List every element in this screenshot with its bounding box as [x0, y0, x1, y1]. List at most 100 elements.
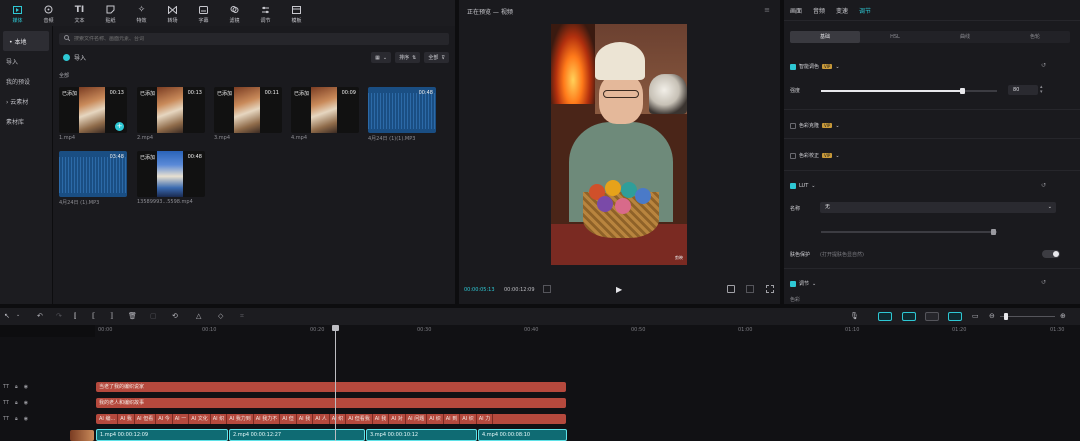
- ratio-icon[interactable]: [746, 285, 754, 293]
- search-input[interactable]: [74, 36, 374, 42]
- strength-value-input[interactable]: 80: [1008, 85, 1038, 95]
- zoom-in-icon[interactable]: ⊕: [1060, 312, 1066, 320]
- video-clip[interactable]: 2.mp4 00:00:12:27: [229, 429, 365, 441]
- fit-screen-icon[interactable]: [727, 285, 735, 293]
- lut-select[interactable]: 无 ⌄: [820, 202, 1056, 213]
- play-button[interactable]: ▶: [616, 285, 622, 294]
- reverse-icon[interactable]: ⟲: [172, 312, 178, 320]
- lock-icon[interactable]: 🔒︎: [15, 416, 18, 422]
- tab-picture[interactable]: 画面: [790, 6, 802, 15]
- caption-clip[interactable]: AI 今: [156, 414, 173, 424]
- linkage-icon[interactable]: [925, 312, 939, 321]
- subtab-basic[interactable]: 基础: [790, 31, 860, 43]
- reset-icon[interactable]: ↺: [1041, 279, 1046, 286]
- sidebar-item-cloud[interactable]: › 云素材: [0, 91, 52, 111]
- rotate-icon[interactable]: ◇: [218, 312, 223, 320]
- zoom-slider-handle[interactable]: [1004, 313, 1008, 320]
- caption-clip[interactable]: AI 我: [297, 414, 314, 424]
- split-right-icon[interactable]: ⟧: [110, 312, 113, 320]
- caption-clip[interactable]: AI 力: [477, 414, 494, 424]
- tool-template[interactable]: 模板: [281, 2, 312, 26]
- audio-thumbnail[interactable]: 03:48: [59, 151, 127, 197]
- timeline-playhead[interactable]: [332, 325, 339, 441]
- split-icon[interactable]: ⫿: [74, 312, 76, 321]
- caption-clip[interactable]: AI 织: [330, 414, 347, 424]
- reset-icon[interactable]: ↺: [1041, 182, 1046, 189]
- sidebar-item-library[interactable]: 素材库: [0, 111, 52, 131]
- lock-icon[interactable]: 🔒︎: [15, 384, 18, 390]
- media-thumbnail[interactable]: 已添加 00:48: [137, 151, 205, 197]
- fullscreen-icon[interactable]: [766, 285, 774, 293]
- sort-button[interactable]: 排序 ⇅: [395, 52, 421, 63]
- smart-color-checkbox[interactable]: [790, 63, 796, 70]
- stepper-icon[interactable]: ▴ ▾: [1040, 85, 1043, 95]
- preview-video-frame[interactable]: 剪映: [551, 24, 687, 265]
- tool-text[interactable]: TI 文本: [64, 2, 95, 26]
- caption-clip[interactable]: AI 织: [460, 414, 477, 424]
- caption-clip[interactable]: AI 文化: [189, 414, 211, 424]
- filter-button[interactable]: 全部 ⊽: [424, 52, 449, 63]
- subtab-curves[interactable]: 曲线: [930, 31, 1000, 43]
- redo-icon[interactable]: ↷: [56, 312, 62, 320]
- subtab-color-wheel[interactable]: 色轮: [1000, 31, 1070, 43]
- media-item[interactable]: 00:48 4月24日 (1)(1).MP3: [368, 87, 436, 145]
- tool-effects[interactable]: ✧ 特效: [126, 2, 157, 26]
- media-item[interactable]: 03:48 4月24日 (1).MP3: [59, 151, 127, 209]
- media-thumbnail[interactable]: 已添加 00:09: [291, 87, 359, 133]
- menu-icon[interactable]: ≡: [764, 6, 770, 14]
- caption-clip[interactable]: AI 人: [313, 414, 330, 424]
- caption-clip[interactable]: AI 到: [444, 414, 461, 424]
- preview-axis-icon[interactable]: [948, 312, 962, 321]
- caption-clip[interactable]: AI 我: [373, 414, 390, 424]
- tool-sticker[interactable]: 贴纸: [95, 2, 126, 26]
- media-thumbnail[interactable]: 已添加 00:13: [137, 87, 205, 133]
- delete-icon[interactable]: 🗑: [128, 312, 137, 320]
- mirror-icon[interactable]: △: [196, 312, 201, 320]
- tool-transition[interactable]: 转场: [157, 2, 188, 26]
- caption-clip[interactable]: AI 但看: [135, 414, 157, 424]
- reset-icon[interactable]: ↺: [1041, 62, 1046, 69]
- sidebar-item-import[interactable]: 导入: [0, 51, 52, 71]
- microphone-icon[interactable]: 🎙: [850, 312, 859, 320]
- caption-track-clips[interactable]: AI 编... AI 我 AI 但看 AI 今 AI 一 AI 文化 AI 织 AI 我力到 A…: [96, 414, 566, 424]
- color-calibration-checkbox[interactable]: [790, 152, 796, 159]
- text-clip[interactable]: 当老了我的编织说家: [96, 382, 566, 392]
- freeze-icon[interactable]: ▢: [150, 312, 157, 320]
- chevron-down-icon[interactable]: ⌄: [16, 312, 20, 318]
- tab-adjust[interactable]: 调节: [859, 6, 871, 15]
- caption-clip[interactable]: AI 问题: [406, 414, 428, 424]
- video-clip[interactable]: 3.mp4 00:00:10:12: [366, 429, 477, 441]
- text-clip[interactable]: 我的老人和编织故事: [96, 398, 566, 408]
- timeline-mode-icon[interactable]: [543, 285, 551, 293]
- tool-adjust[interactable]: 调节: [250, 2, 281, 26]
- lock-icon[interactable]: 🔒︎: [15, 400, 18, 406]
- adjust-checkbox[interactable]: [790, 280, 796, 287]
- skin-protect-toggle[interactable]: [1042, 250, 1060, 258]
- lut-strength-slider[interactable]: [821, 229, 997, 235]
- media-item[interactable]: 已添加 00:13 + 1.mp4: [59, 87, 127, 145]
- cover-thumbnail[interactable]: [70, 430, 94, 441]
- caption-clip[interactable]: AI 一: [173, 414, 190, 424]
- tool-media[interactable]: 媒体: [2, 2, 33, 26]
- import-button[interactable]: 导入: [63, 53, 86, 62]
- media-thumbnail[interactable]: 已添加 00:13 +: [59, 87, 127, 133]
- media-thumbnail[interactable]: 已添加 00:11: [214, 87, 282, 133]
- sidebar-item-presets[interactable]: 我的预设: [0, 71, 52, 91]
- tool-filter[interactable]: 滤镜: [219, 2, 250, 26]
- media-item[interactable]: 已添加 00:09 4.mp4: [291, 87, 359, 145]
- main-track-magnet-icon[interactable]: [878, 312, 892, 321]
- strength-slider[interactable]: [821, 88, 997, 94]
- tool-caption[interactable]: 字幕: [188, 2, 219, 26]
- subtab-hsl[interactable]: HSL: [860, 31, 930, 43]
- tab-audio[interactable]: 音频: [813, 6, 825, 15]
- media-item[interactable]: 已添加 00:48 13589993...5598.mp4: [137, 151, 205, 209]
- tool-audio[interactable]: 音频: [33, 2, 64, 26]
- select-cursor-icon[interactable]: ↖: [4, 312, 10, 320]
- tab-speed[interactable]: 变速: [836, 6, 848, 15]
- zoom-slider[interactable]: [1000, 313, 1055, 320]
- caption-clip[interactable]: AI 织: [427, 414, 444, 424]
- view-toggle-button[interactable]: ▦ ⌄: [371, 52, 392, 63]
- timeline-ruler[interactable]: 00:00 00:10 00:20 00:30 00:40 00:50 01:0…: [95, 325, 1080, 337]
- caption-clip[interactable]: AI 我力到: [227, 414, 254, 424]
- caption-clip[interactable]: AI 我力不: [254, 414, 281, 424]
